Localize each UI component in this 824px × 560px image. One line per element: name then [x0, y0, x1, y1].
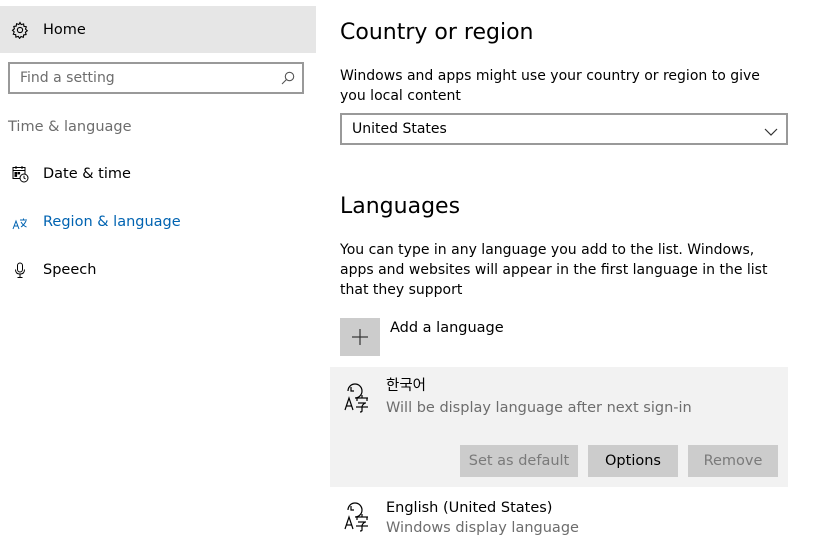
sidebar-item-date-time[interactable]: Date & time	[0, 157, 316, 193]
set-as-default-button[interactable]: Set as default	[460, 445, 578, 477]
search-icon[interactable]	[280, 70, 296, 86]
sidebar-home[interactable]: Home	[0, 6, 316, 53]
sidebar-item-speech[interactable]: Speech	[0, 253, 316, 289]
remove-button[interactable]: Remove	[688, 445, 778, 477]
microphone-icon	[11, 261, 29, 279]
region-language-icon	[11, 213, 29, 231]
country-region-dropdown[interactable]: United States	[340, 113, 788, 145]
sidebar: Home Time & language	[0, 0, 316, 560]
language-item-english[interactable]: English (United States) Windows display …	[330, 494, 788, 554]
plus-icon	[340, 318, 380, 356]
languages-heading: Languages	[340, 194, 461, 219]
languages-description: You can type in any language you add to …	[340, 242, 768, 298]
options-button[interactable]: Options	[588, 445, 678, 477]
language-name: 한국어	[386, 378, 427, 394]
add-language-button[interactable]: Add a language	[340, 318, 640, 356]
calendar-clock-icon	[11, 165, 29, 183]
settings-window: Home Time & language	[0, 0, 824, 560]
sidebar-item-label: Speech	[43, 262, 97, 278]
search-box	[8, 62, 304, 94]
search-input[interactable]	[20, 64, 270, 92]
language-item-korean[interactable]: 한국어 Will be display language after next …	[330, 367, 788, 487]
sidebar-item-region-language[interactable]: Region & language	[0, 205, 316, 241]
language-icon	[342, 379, 378, 415]
gear-icon	[11, 21, 29, 40]
chevron-down-icon	[764, 123, 778, 136]
country-region-description: Windows and apps might use your country …	[340, 68, 760, 104]
country-region-heading: Country or region	[340, 20, 534, 45]
add-language-label: Add a language	[390, 320, 504, 336]
main-content: Country or region Windows and apps might…	[330, 0, 810, 560]
language-icon	[342, 498, 378, 534]
sidebar-item-label: Date & time	[43, 166, 131, 182]
section-title: Time & language	[8, 119, 132, 135]
language-status: Windows display language	[386, 520, 579, 536]
language-status: Will be display language after next sign…	[386, 400, 692, 416]
country-region-selected: United States	[352, 121, 447, 137]
sidebar-home-label: Home	[43, 22, 86, 38]
language-name: English (United States)	[386, 500, 553, 516]
sidebar-item-label: Region & language	[43, 214, 181, 230]
